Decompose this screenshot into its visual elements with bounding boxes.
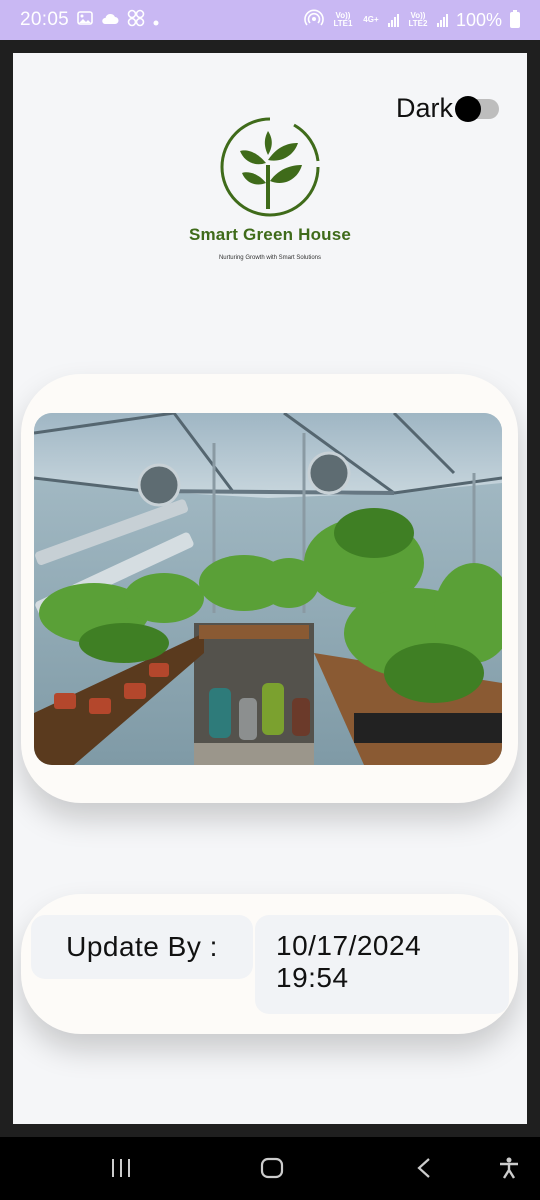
update-card: Update By : 10/17/2024 19:54 xyxy=(21,894,518,1034)
recents-icon[interactable] xyxy=(110,1155,132,1181)
battery-icon xyxy=(510,10,520,28)
logo: Smart Green House Nurturing Growth with … xyxy=(13,115,527,261)
status-bar: 20:05 Vo)) LTE1 4G+ Vo)) LTE2 100% xyxy=(0,0,540,40)
sim1-label: Vo)) LTE1 xyxy=(333,11,353,28)
cloud-icon xyxy=(101,10,119,31)
accessibility-icon[interactable] xyxy=(497,1155,521,1181)
brand-tagline: Nurturing Growth with Smart Solutions xyxy=(218,255,322,261)
signal-icon xyxy=(387,13,399,27)
apps-icon xyxy=(127,9,145,32)
update-time: 19:54 xyxy=(276,962,349,993)
brand-name: Smart Green House xyxy=(188,225,352,244)
sim2-label: Vo)) LTE2 xyxy=(408,11,428,28)
hotspot-icon xyxy=(304,9,324,32)
battery-percent: 100% xyxy=(455,9,502,30)
update-value-box: 10/17/2024 19:54 xyxy=(255,915,509,1014)
greenhouse-image-card xyxy=(21,374,518,803)
plant-logo-icon xyxy=(220,117,320,217)
home-icon[interactable] xyxy=(260,1155,284,1181)
signal-icon xyxy=(436,13,448,27)
status-time: 20:05 xyxy=(20,9,70,30)
dot-icon xyxy=(153,10,159,31)
greenhouse-photo xyxy=(34,413,502,765)
app-screen: Dark Smart Green House Nurturing Growth … xyxy=(13,53,527,1124)
navigation-bar xyxy=(0,1137,540,1200)
update-label-box: Update By : xyxy=(31,915,253,979)
update-label: Update By : xyxy=(66,931,218,962)
gallery-icon xyxy=(77,10,93,31)
back-icon[interactable] xyxy=(414,1155,434,1181)
sim1-network: 4G+ xyxy=(363,15,379,24)
update-date: 10/17/2024 xyxy=(276,930,422,961)
app-frame: Dark Smart Green House Nurturing Growth … xyxy=(0,40,540,1137)
